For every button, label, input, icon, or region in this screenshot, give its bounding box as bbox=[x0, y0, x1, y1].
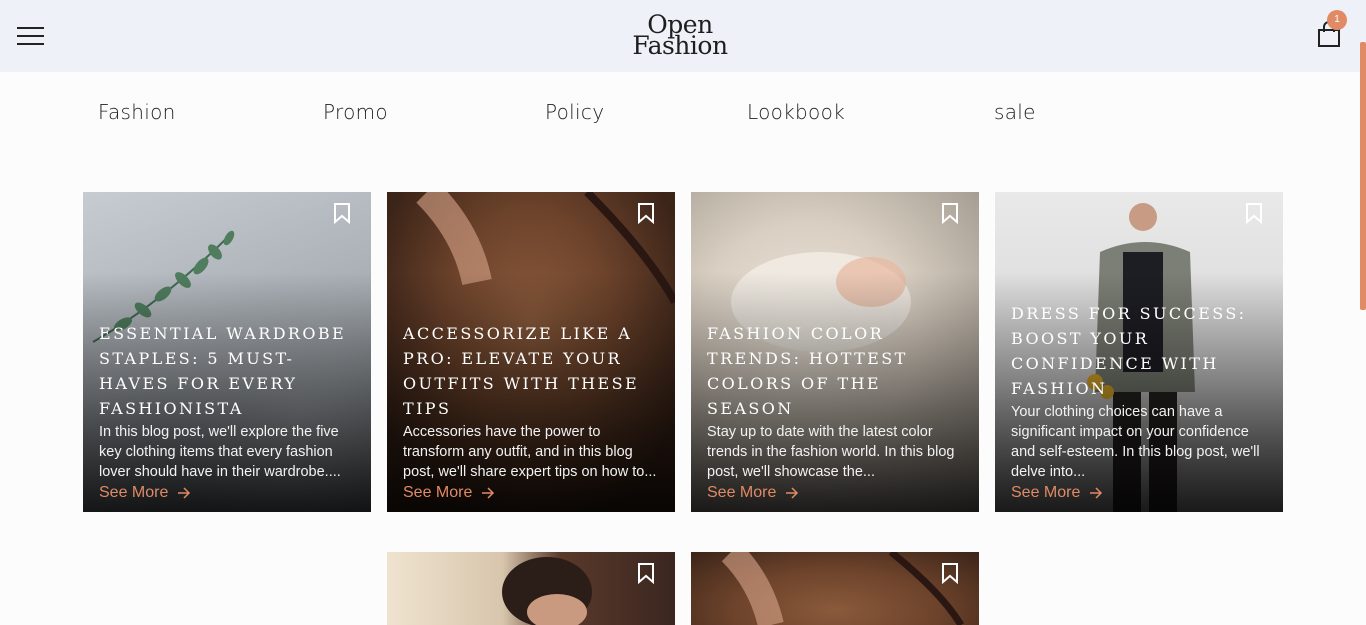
card-title: Dress for Success: Boost Your Confidence… bbox=[1011, 304, 1247, 398]
card-description: Accessories have the power to transform … bbox=[403, 424, 657, 480]
nav-item-lookbook[interactable]: Lookbook bbox=[747, 100, 845, 124]
card-image bbox=[691, 552, 979, 625]
card-description: Your clothing choices can have a signifi… bbox=[1011, 404, 1260, 480]
category-nav: Fashion Promo Policy Lookbook sale bbox=[0, 100, 1366, 130]
card-description: Stay up to date with the latest color tr… bbox=[707, 424, 955, 480]
blog-card[interactable]: Essential Wardrobe Staples: 5 Must-Haves… bbox=[83, 192, 371, 512]
nav-item-policy[interactable]: Policy bbox=[545, 100, 604, 124]
card-description: In this blog post, we'll explore the fiv… bbox=[99, 424, 341, 480]
nav-item-sale[interactable]: sale bbox=[994, 100, 1036, 124]
blog-card[interactable]: Dress for Success: Boost Your Confidence… bbox=[995, 192, 1283, 512]
card-image bbox=[387, 552, 675, 625]
see-more-link[interactable]: See More bbox=[403, 484, 496, 502]
arrow-right-icon bbox=[482, 487, 495, 499]
arrow-right-icon bbox=[178, 487, 191, 499]
bookmark-icon[interactable] bbox=[940, 562, 960, 584]
brand-logo[interactable]: Open Fashion bbox=[628, 12, 732, 60]
bookmark-icon[interactable] bbox=[636, 562, 656, 584]
see-more-link[interactable]: See More bbox=[99, 484, 192, 502]
nav-item-fashion[interactable]: Fashion bbox=[98, 100, 176, 124]
bookmark-icon[interactable] bbox=[636, 202, 656, 224]
scrollbar-thumb[interactable] bbox=[1360, 42, 1366, 310]
blog-card[interactable]: Fashion Color Trends: Hottest Colors of … bbox=[691, 192, 979, 512]
bookmark-icon[interactable] bbox=[940, 202, 960, 224]
blog-card[interactable]: Accessorize Like a Pro: Elevate Your Out… bbox=[387, 192, 675, 512]
nav-item-promo[interactable]: Promo bbox=[323, 100, 388, 124]
card-title: Fashion Color Trends: Hottest Colors of … bbox=[707, 324, 908, 418]
arrow-right-icon bbox=[1090, 487, 1103, 499]
blog-card[interactable] bbox=[691, 552, 979, 625]
cart-count-badge: 1 bbox=[1327, 10, 1347, 30]
see-more-link[interactable]: See More bbox=[707, 484, 800, 502]
see-more-link[interactable]: See More bbox=[1011, 484, 1104, 502]
arrow-right-icon bbox=[786, 487, 799, 499]
menu-icon[interactable] bbox=[17, 26, 45, 46]
card-title: Accessorize Like a Pro: Elevate Your Out… bbox=[403, 324, 640, 418]
top-header: Open Fashion 1 bbox=[0, 0, 1366, 72]
blog-card[interactable] bbox=[387, 552, 675, 625]
bookmark-icon[interactable] bbox=[332, 202, 352, 224]
logo-line-2: Fashion bbox=[632, 31, 728, 60]
bookmark-icon[interactable] bbox=[1244, 202, 1264, 224]
card-title: Essential Wardrobe Staples: 5 Must-Haves… bbox=[99, 324, 347, 418]
